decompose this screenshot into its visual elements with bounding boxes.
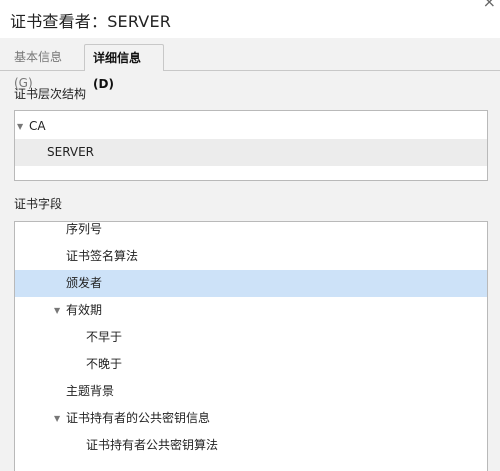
- tab-details[interactable]: 详细信息(D): [84, 44, 164, 91]
- fields-tree[interactable]: 序列号 证书签名算法 颁发者 ▼ 有效期 不早于 不晚于 主题背景 ▼ 证书持有…: [14, 221, 488, 471]
- hierarchy-label: 证书层次结构: [14, 87, 87, 101]
- field-item-validity[interactable]: ▼ 有效期: [15, 297, 487, 324]
- expand-triangle-icon[interactable]: ▼: [54, 405, 60, 432]
- hierarchy-item-server[interactable]: SERVER: [15, 139, 487, 166]
- field-item-subject[interactable]: 主题背景: [15, 378, 487, 405]
- field-item-issuer[interactable]: 颁发者: [15, 270, 487, 297]
- field-item-signature-algorithm[interactable]: 证书签名算法: [15, 243, 487, 270]
- expand-triangle-icon[interactable]: ▼: [17, 113, 23, 140]
- field-item-public-key-algorithm[interactable]: 证书持有者公共密钥算法: [15, 432, 487, 459]
- certificate-viewer-window: 证书查看者：SERVER × 基本信息(G) 详细信息(D) 证书层次结构 ▼ …: [0, 0, 500, 471]
- hierarchy-item-label: SERVER: [47, 145, 95, 159]
- field-item-serial-number[interactable]: 序列号: [15, 222, 487, 243]
- fields-label: 证书字段: [14, 197, 63, 211]
- tab-divider-gap: [85, 70, 163, 71]
- hierarchy-item-label: CA: [29, 119, 46, 133]
- field-item-label: 主题背景: [66, 384, 115, 398]
- field-item-label: 证书持有者公共密钥算法: [86, 438, 219, 452]
- tab-general[interactable]: 基本信息(G): [6, 44, 84, 90]
- field-item-label: 证书持有者的公共密钥信息: [66, 411, 211, 425]
- field-item-public-key-info[interactable]: ▼ 证书持有者的公共密钥信息: [15, 405, 487, 432]
- hierarchy-item-ca[interactable]: ▼ CA: [15, 113, 487, 140]
- expand-triangle-icon[interactable]: ▼: [54, 297, 60, 324]
- field-item-label: 不晚于: [86, 357, 123, 371]
- field-item-label: 不早于: [86, 330, 123, 344]
- close-icon[interactable]: ×: [483, 0, 496, 10]
- field-item-not-after[interactable]: 不晚于: [15, 351, 487, 378]
- title-bar: 证书查看者：SERVER ×: [0, 0, 500, 38]
- field-item-label: 序列号: [66, 222, 103, 236]
- window-title: 证书查看者：SERVER: [10, 12, 172, 31]
- hierarchy-tree[interactable]: ▼ CA SERVER: [14, 110, 488, 181]
- tab-divider: [0, 70, 500, 71]
- field-item-label: 颁发者: [66, 276, 103, 290]
- field-item-not-before[interactable]: 不早于: [15, 324, 487, 351]
- field-item-label: 证书签名算法: [66, 249, 139, 263]
- tab-bar: 基本信息(G) 详细信息(D): [0, 44, 500, 91]
- field-item-label: 有效期: [66, 303, 103, 317]
